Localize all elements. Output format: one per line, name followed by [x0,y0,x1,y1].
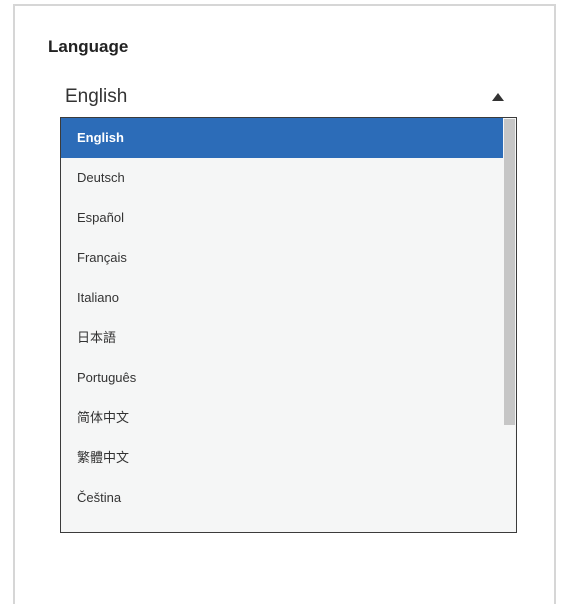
language-option-italiano[interactable]: Italiano [61,278,504,318]
language-select[interactable]: English [60,82,515,114]
caret-up-icon [492,93,504,101]
language-label: Language [48,37,129,56]
language-option-traditional-chinese[interactable]: 繁體中文 [61,438,504,478]
scrollbar-thumb[interactable] [504,119,515,425]
language-option-portugues[interactable]: Português [61,358,504,398]
language-dropdown-list: English Deutsch Español Français Italian… [60,117,517,533]
language-option-deutsch[interactable]: Deutsch [61,158,504,198]
language-option-francais[interactable]: Français [61,238,504,278]
language-option-espanol[interactable]: Español [61,198,504,238]
dropdown-scrollbar[interactable] [503,118,516,532]
language-option-cestina[interactable]: Čeština [61,478,504,518]
language-option-japanese[interactable]: 日本語 [61,318,504,358]
language-option-simplified-chinese[interactable]: 简体中文 [61,398,504,438]
language-option-english[interactable]: English [61,118,504,158]
language-select-value: English [65,86,128,107]
